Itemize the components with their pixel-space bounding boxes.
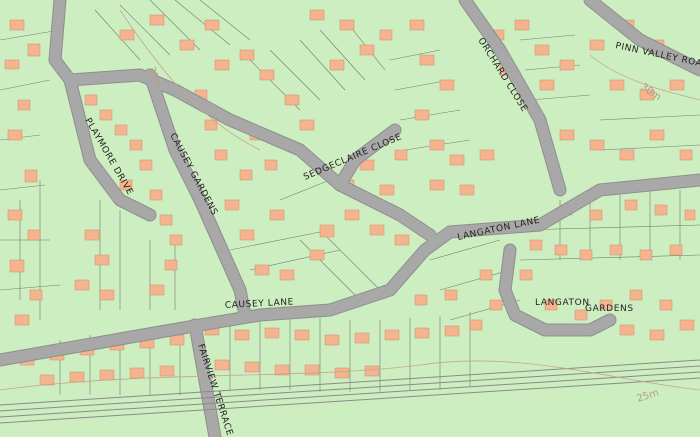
map-svg: PLAYMORE DRIVE CAUSEY GARDENS SEDGECLAIR… (0, 0, 700, 437)
label-langaton: LANGATON (535, 298, 590, 308)
map-canvas[interactable]: PLAYMORE DRIVE CAUSEY GARDENS SEDGECLAIR… (0, 0, 700, 437)
label-gardens: GARDENS (585, 304, 634, 314)
